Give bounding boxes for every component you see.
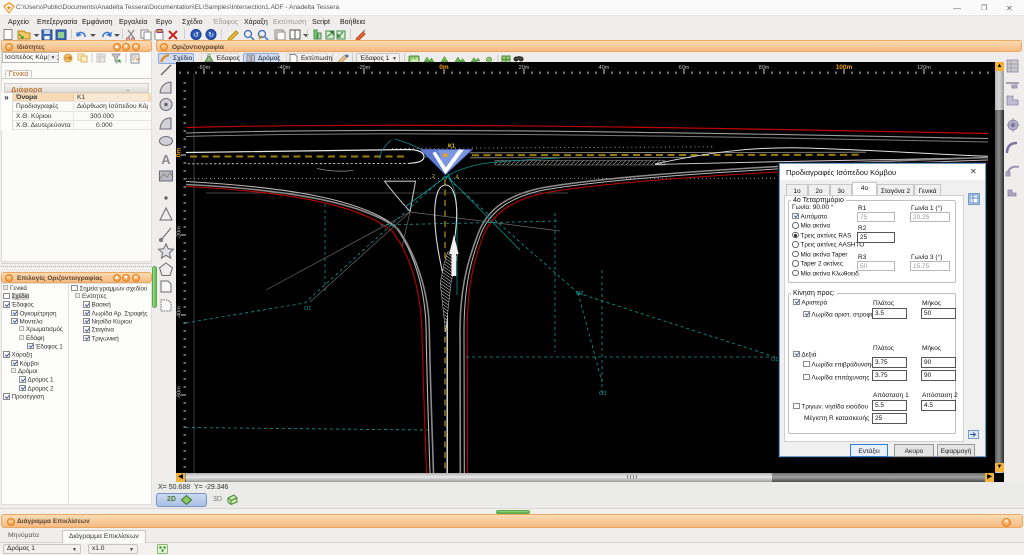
svg-text:-60m: -60m (177, 386, 183, 399)
svg-text:-20m: -20m (358, 65, 371, 71)
svg-text:↺: ↺ (193, 32, 199, 39)
svg-text:2: 2 (432, 174, 435, 180)
svg-text:O3: O3 (599, 391, 606, 397)
svg-text:-40m: -40m (177, 306, 183, 319)
svg-text:K1: K1 (448, 144, 455, 150)
svg-text:120m: 120m (917, 65, 931, 71)
svg-text:40m: 40m (599, 65, 610, 71)
svg-text:4: 4 (456, 175, 459, 181)
svg-text:-40m: -40m (278, 65, 291, 71)
svg-text:20m: 20m (519, 65, 530, 71)
svg-text:O1: O1 (771, 357, 778, 363)
svg-text:-20m: -20m (177, 226, 183, 239)
svg-text:80m: 80m (759, 65, 770, 71)
svg-text:0m: 0m (176, 148, 183, 158)
svg-text:-60m: -60m (198, 65, 211, 71)
svg-text:A: A (161, 152, 171, 167)
svg-text:↻: ↻ (208, 32, 214, 39)
svg-text:60m: 60m (679, 65, 690, 71)
svg-text:O1: O1 (304, 306, 311, 312)
svg-text:0m: 0m (439, 64, 449, 71)
svg-text:O2: O2 (576, 291, 583, 297)
svg-text:100m: 100m (836, 64, 853, 71)
